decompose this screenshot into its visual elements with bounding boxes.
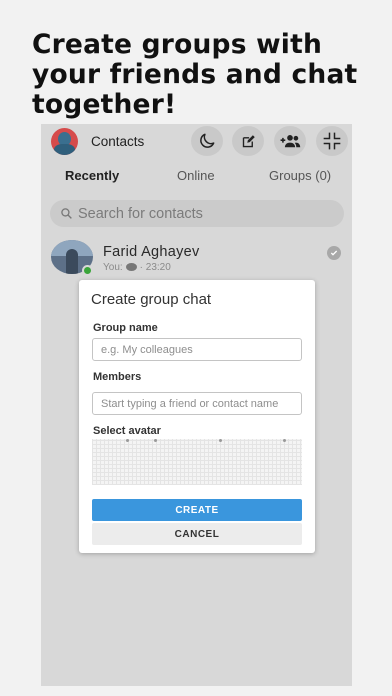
tab-groups[interactable]: Groups (0) (269, 168, 331, 183)
contact-name: Farid Aghayev (103, 244, 200, 260)
moon-icon (200, 133, 215, 148)
search-icon (61, 208, 72, 219)
members-input[interactable] (92, 392, 302, 415)
search-input[interactable] (78, 203, 328, 224)
read-check-icon (327, 246, 341, 260)
dialog-title: Create group chat (91, 291, 212, 308)
panel-title: Contacts (91, 134, 145, 149)
sticker-icon (125, 263, 137, 271)
new-message-button[interactable] (232, 126, 264, 156)
collapse-icon (323, 132, 341, 150)
collapse-button[interactable] (316, 126, 348, 156)
tab-recently[interactable]: Recently (65, 168, 119, 183)
last-message-preview: You: · 23:20 (103, 262, 171, 273)
tab-online[interactable]: Online (177, 168, 215, 183)
promo-headline: Create groups with your friends and chat… (32, 29, 358, 120)
add-group-icon (280, 135, 301, 148)
group-name-label: Group name (93, 322, 158, 334)
contact-tabs: Recently Online Groups (0) (41, 166, 352, 186)
message-time: 23:20 (145, 262, 171, 273)
select-avatar-label: Select avatar (93, 425, 161, 437)
contact-row[interactable]: Farid Aghayev You: · 23:20 (41, 238, 352, 278)
group-name-input[interactable] (92, 338, 302, 361)
night-mode-button[interactable] (191, 126, 223, 156)
create-group-button[interactable] (274, 126, 306, 156)
search-bar (50, 200, 344, 227)
panel-header: Contacts (41, 124, 352, 158)
create-group-dialog: Create group chat Group name Members Sel… (79, 280, 315, 553)
preview-prefix: You: (103, 262, 123, 273)
create-button[interactable]: CREATE (92, 499, 302, 521)
members-label: Members (93, 371, 142, 383)
compose-icon (242, 134, 255, 147)
cancel-button[interactable]: CANCEL (92, 523, 302, 545)
my-avatar[interactable] (51, 128, 78, 155)
avatar-picker[interactable] (92, 439, 302, 485)
online-status-dot (82, 265, 93, 276)
